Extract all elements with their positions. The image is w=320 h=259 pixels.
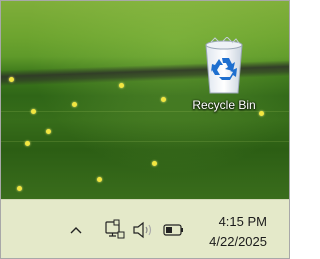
wallpaper-flower	[25, 141, 30, 146]
battery-button[interactable]	[161, 220, 187, 240]
wallpaper-flower	[119, 83, 124, 88]
wallpaper-flower	[97, 177, 102, 182]
clock-time[interactable]: 4:15 PM	[219, 214, 267, 229]
battery-icon	[163, 224, 183, 236]
volume-button[interactable]	[131, 219, 155, 241]
wallpaper-flower	[9, 77, 14, 82]
clock-date[interactable]: 4/22/2025	[209, 234, 267, 249]
wallpaper-flower	[152, 161, 157, 166]
chevron-up-icon	[70, 227, 82, 234]
desktop-wallpaper[interactable]: Recycle Bin	[1, 1, 289, 199]
show-hidden-icons-button[interactable]	[67, 220, 85, 240]
wallpaper-flower	[161, 97, 166, 102]
screen: Recycle Bin 4:15 PM 4/22/2025	[0, 0, 290, 259]
recycle-bin-icon[interactable]	[201, 37, 247, 95]
wallpaper-detail	[1, 141, 289, 142]
wallpaper-flower	[31, 109, 36, 114]
wallpaper-flower	[46, 129, 51, 134]
network-icon	[105, 219, 125, 239]
speaker-icon	[133, 221, 152, 239]
wallpaper-flower	[72, 102, 77, 107]
wallpaper-flower	[17, 186, 22, 191]
desktop-icon-label[interactable]: Recycle Bin	[183, 98, 265, 112]
network-button[interactable]	[101, 218, 127, 242]
